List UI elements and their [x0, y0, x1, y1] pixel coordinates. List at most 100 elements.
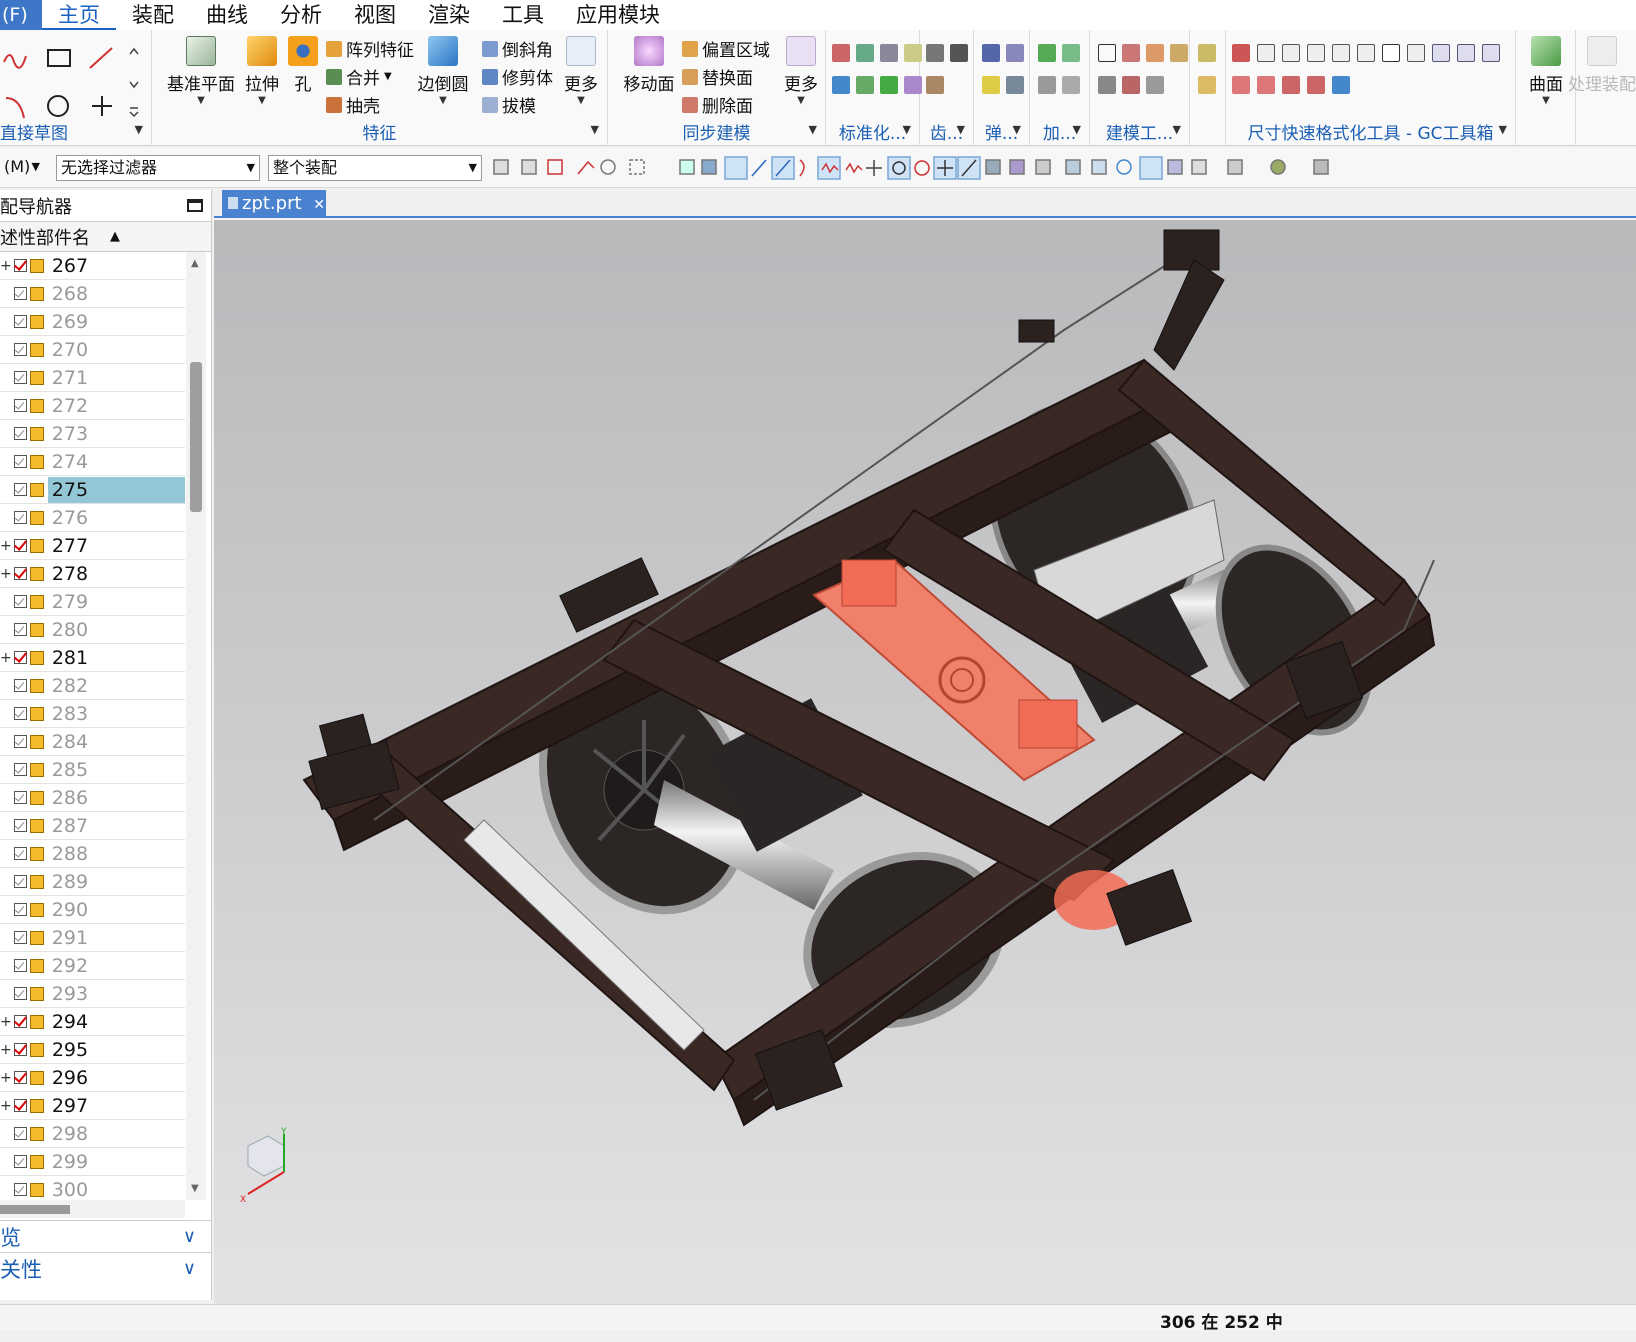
spring-icons[interactable] [982, 44, 1024, 62]
pattern-feature-button[interactable]: 阵列特征 [326, 36, 414, 61]
scroll-down-icon[interactable]: ▼ [191, 1183, 199, 1194]
tree-row[interactable]: 282 [0, 672, 185, 700]
sync-more-button[interactable]: 更多 ▼ [782, 36, 820, 106]
menu-assembly[interactable]: 装配 [116, 0, 190, 30]
unite-button[interactable]: 合并 ▼ [326, 64, 392, 89]
gc-toolkit-label[interactable]: 尺寸快速格式化工具 - GC工具箱 ▼ [1226, 119, 1515, 144]
offset-region-button[interactable]: 偏置区域 [682, 36, 770, 61]
processing-icons-2[interactable] [1038, 76, 1080, 94]
visibility-checkbox[interactable] [13, 847, 27, 860]
modeling-tools-group-label[interactable]: 建模工... ▼ [1090, 119, 1189, 144]
h-scroll-thumb[interactable] [0, 1205, 70, 1214]
visibility-checkbox[interactable] [13, 399, 27, 412]
edge-blend-button[interactable]: 边倒圆 ▼ [414, 36, 472, 106]
column-header[interactable]: 述性部件名 ▲ [0, 222, 211, 252]
visibility-checkbox[interactable] [13, 427, 27, 440]
expand-icon[interactable]: + [0, 258, 12, 274]
tree-row[interactable]: 283 [0, 700, 185, 728]
tree-row[interactable]: 290 [0, 896, 185, 924]
expand-icon[interactable]: + [0, 650, 12, 666]
visibility-checkbox[interactable] [13, 1183, 27, 1196]
tree-row[interactable]: +277 [0, 532, 185, 560]
maximize-icon[interactable] [187, 199, 203, 212]
gc-format-icons[interactable] [1232, 44, 1500, 62]
sketch-tools[interactable] [0, 36, 150, 126]
tree-row[interactable]: 268 [0, 280, 185, 308]
visibility-checkbox[interactable] [14, 651, 27, 664]
tree-row[interactable]: +267 [0, 252, 185, 280]
menu-analysis[interactable]: 分析 [264, 0, 338, 30]
menu-dropdown[interactable]: (M) ▼ [0, 155, 44, 181]
visibility-checkbox[interactable] [13, 343, 27, 356]
visibility-checkbox[interactable] [13, 791, 27, 804]
visibility-checkbox[interactable] [13, 903, 27, 916]
tree-row[interactable]: 279 [0, 588, 185, 616]
expand-icon[interactable]: + [0, 1098, 12, 1114]
tree-row[interactable]: +296 [0, 1064, 185, 1092]
dependency-panel-header[interactable]: 关性 ∨ [0, 1252, 212, 1284]
visibility-checkbox[interactable] [13, 875, 27, 888]
expand-icon[interactable]: + [0, 1014, 12, 1030]
expand-icon[interactable]: + [0, 1070, 12, 1086]
visibility-checkbox[interactable] [14, 1071, 27, 1084]
sync-group-label[interactable]: 同步建模 ▼ [608, 119, 825, 144]
feature-group-label[interactable]: 特征 ▼ [152, 119, 607, 144]
visibility-checkbox[interactable] [13, 455, 27, 468]
delete-face-button[interactable]: 删除面 [682, 92, 753, 117]
tree-row[interactable]: 292 [0, 952, 185, 980]
tree-horizontal-scrollbar[interactable] [0, 1200, 185, 1218]
spring-icons-2[interactable] [982, 76, 1024, 94]
visibility-checkbox[interactable] [13, 1155, 27, 1168]
selection-scope-combo[interactable]: 整个装配 ▼ [268, 155, 482, 181]
visibility-checkbox[interactable] [13, 987, 27, 1000]
move-face-button[interactable]: 移动面 [620, 36, 678, 95]
menu-view[interactable]: 视图 [338, 0, 412, 30]
visibility-checkbox[interactable] [13, 483, 27, 496]
chevron-down-icon[interactable]: ∨ [183, 1258, 196, 1279]
visibility-checkbox[interactable] [13, 819, 27, 832]
standard-icons[interactable] [832, 44, 922, 62]
tree-row[interactable]: 271 [0, 364, 185, 392]
processing-icons[interactable] [1038, 44, 1080, 62]
file-menu[interactable]: (F) [0, 0, 42, 30]
tree-row[interactable]: +278 [0, 560, 185, 588]
tree-row[interactable]: 298 [0, 1120, 185, 1148]
tree-row[interactable]: 270 [0, 336, 185, 364]
tree-row[interactable]: 291 [0, 924, 185, 952]
menu-tools[interactable]: 工具 [486, 0, 560, 30]
standard-icons-2[interactable] [832, 76, 922, 94]
preview-panel-header[interactable]: 览 ∨ [0, 1220, 212, 1252]
tree-row[interactable]: 269 [0, 308, 185, 336]
tree-row[interactable]: 280 [0, 616, 185, 644]
tree-row[interactable]: 274 [0, 448, 185, 476]
type-filter-combo[interactable]: 无选择过滤器 ▼ [56, 155, 260, 181]
visibility-checkbox[interactable] [14, 1043, 27, 1056]
replace-face-button[interactable]: 替换面 [682, 64, 753, 89]
menu-applications[interactable]: 应用模块 [560, 0, 676, 30]
tree-row[interactable]: 285 [0, 756, 185, 784]
surface-button[interactable]: 曲面 ▼ [1522, 36, 1570, 106]
misc-icons-2[interactable] [1198, 76, 1216, 94]
modeling-tools-icons-2[interactable] [1098, 76, 1164, 94]
menu-home[interactable]: 主页 [42, 0, 116, 30]
tree-row[interactable]: 288 [0, 840, 185, 868]
scroll-up-icon[interactable]: ▲ [191, 258, 199, 269]
document-tab[interactable]: zpt.prt ✕ [222, 190, 326, 218]
gc-format-icons-2[interactable] [1232, 76, 1350, 94]
datum-plane-button[interactable]: 基准平面 ▼ [164, 36, 238, 106]
tree-row[interactable]: 273 [0, 420, 185, 448]
hole-button[interactable]: 孔 [286, 36, 320, 95]
menu-render[interactable]: 渲染 [412, 0, 486, 30]
tree-row[interactable]: 299 [0, 1148, 185, 1176]
tree-row[interactable]: 286 [0, 784, 185, 812]
visibility-checkbox[interactable] [13, 315, 27, 328]
chevron-down-icon[interactable]: ∨ [183, 1226, 196, 1247]
visibility-checkbox[interactable] [14, 1099, 27, 1112]
spring-group-label[interactable]: 弹... ▼ [974, 119, 1029, 144]
visibility-checkbox[interactable] [14, 539, 27, 552]
menu-curve[interactable]: 曲线 [190, 0, 264, 30]
tree-row[interactable]: +281 [0, 644, 185, 672]
visibility-checkbox[interactable] [13, 679, 27, 692]
feature-more-button[interactable]: 更多 ▼ [562, 36, 600, 106]
close-icon[interactable]: ✕ [313, 197, 325, 213]
